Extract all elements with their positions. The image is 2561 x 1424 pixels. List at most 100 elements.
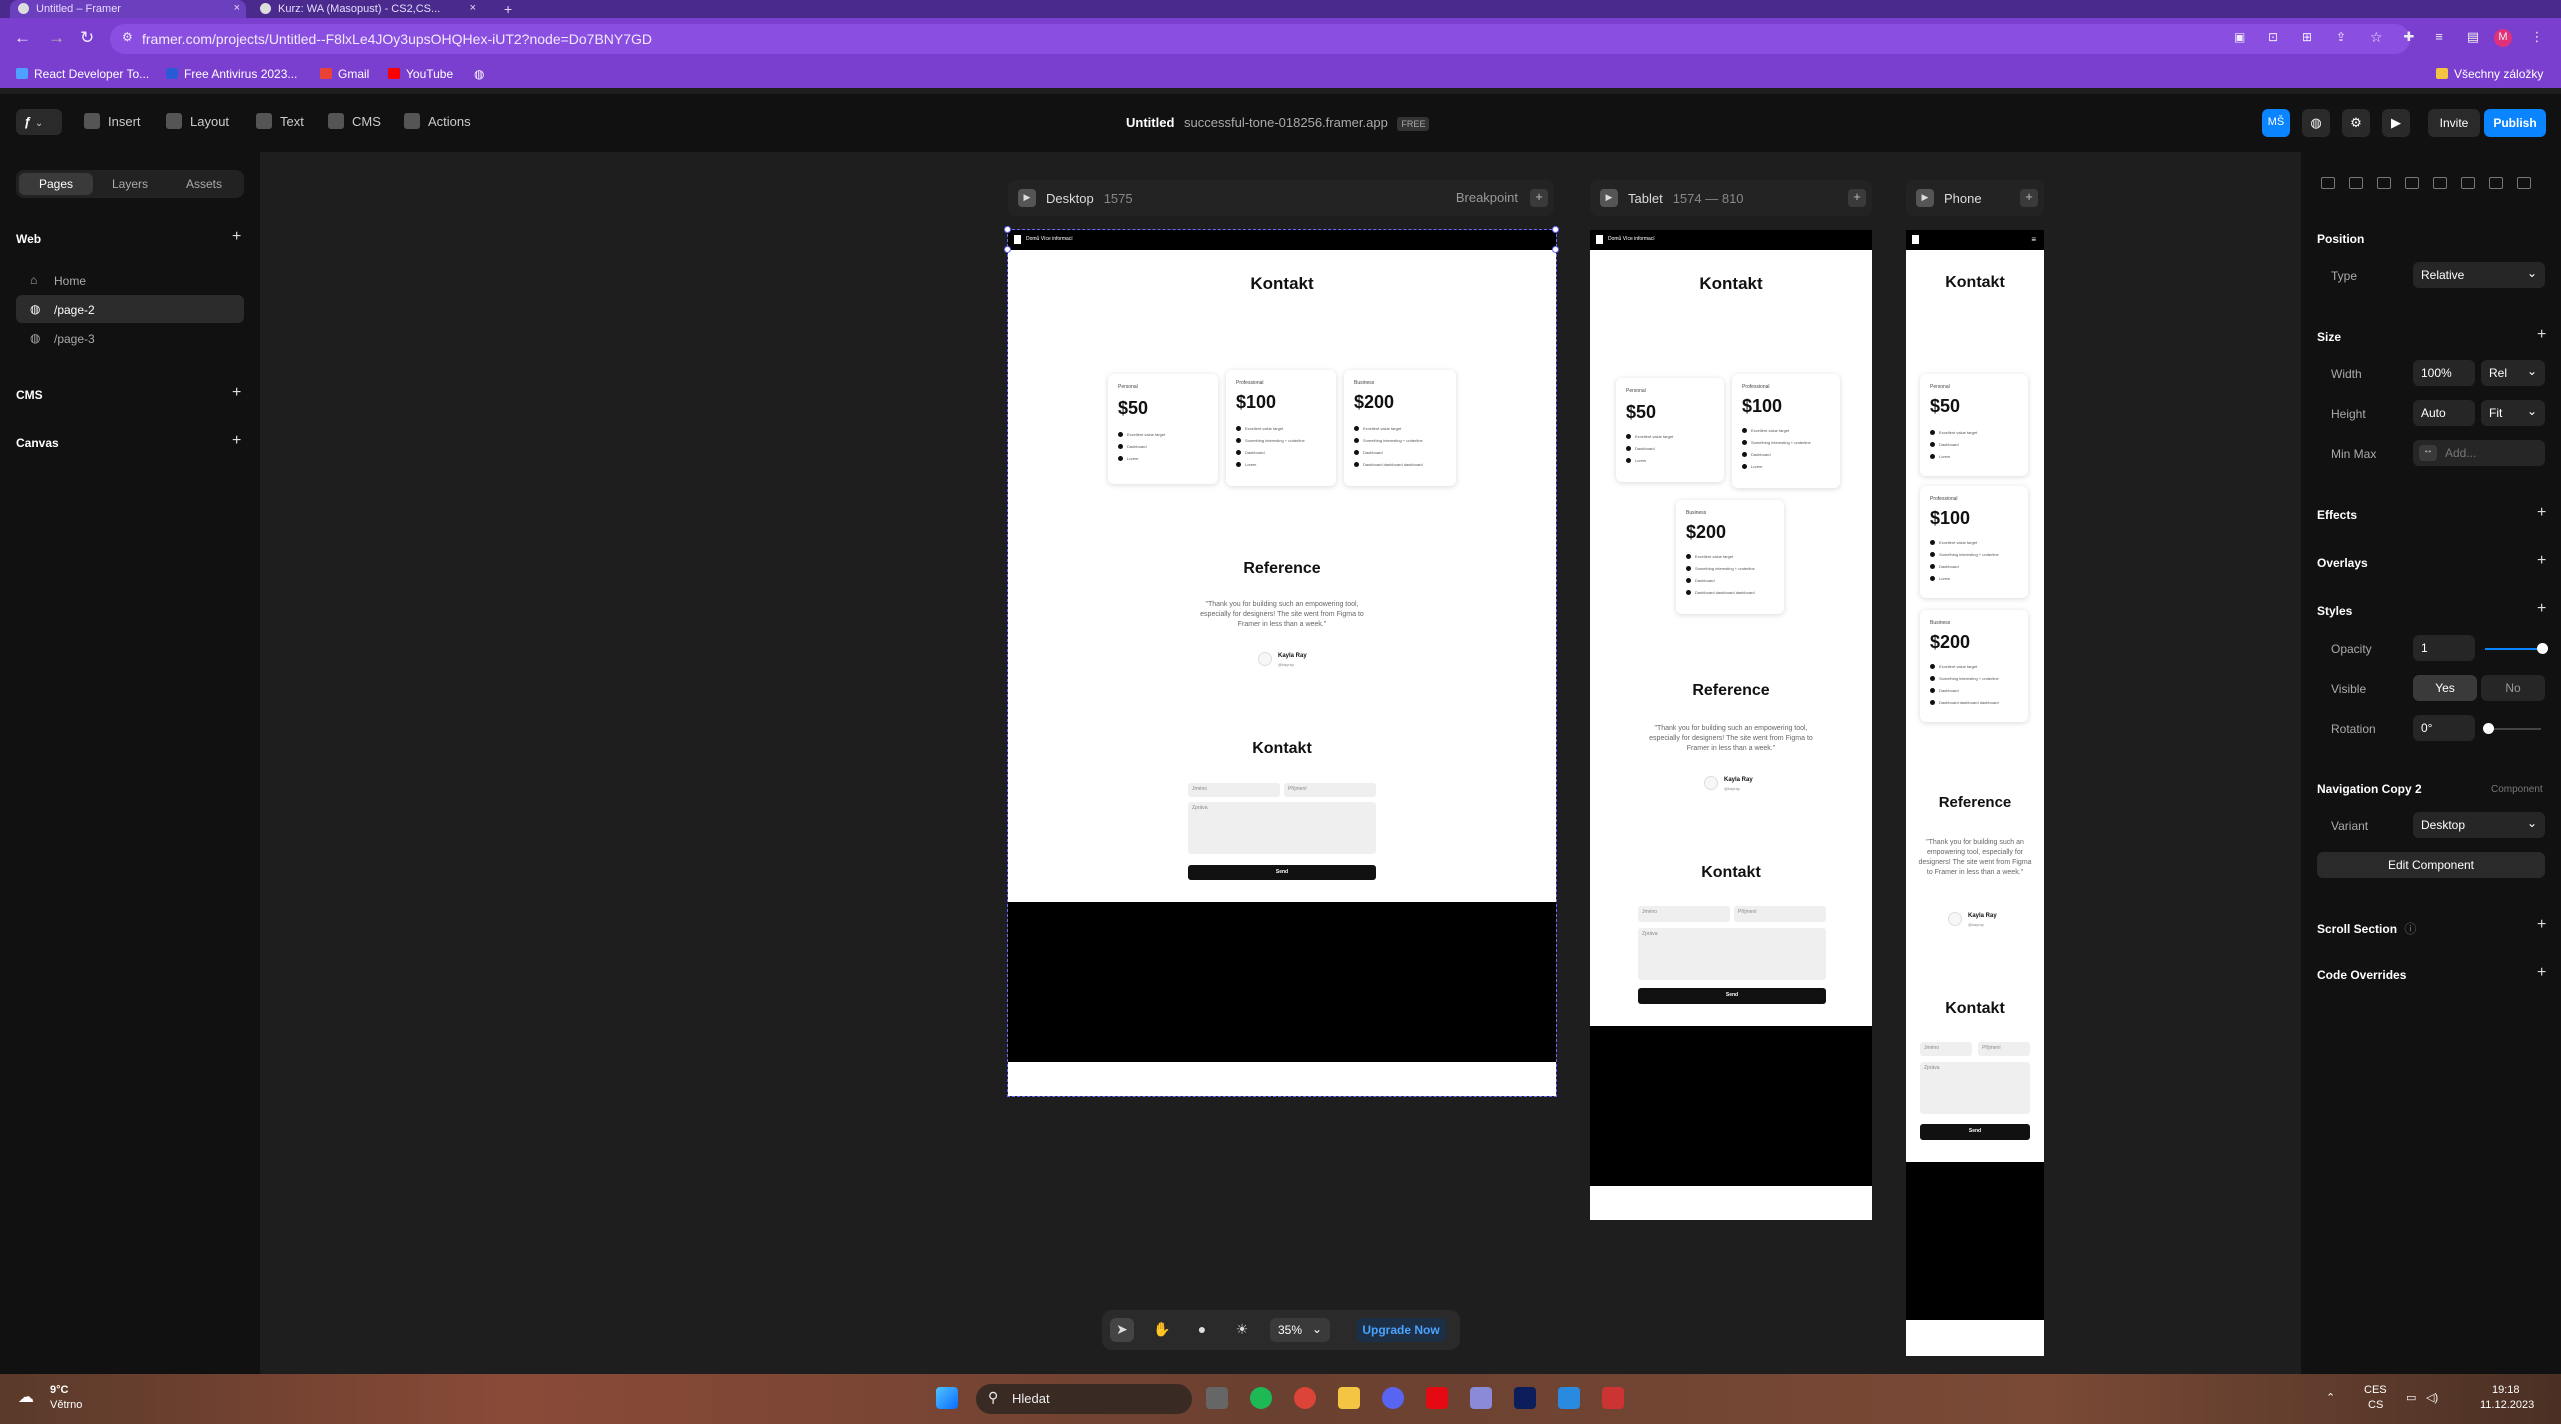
desktop-frame[interactable]: Domů Více informací Kontakt Personal $50… [1007,229,1557,1097]
bookmark-react-dev-tools[interactable]: React Developer To... [16,67,149,81]
volume-icon[interactable]: ◁) [2426,1391,2438,1404]
insert-button[interactable]: Insert [84,113,141,129]
rotation-input[interactable]: 0° [2413,715,2475,741]
app-icon[interactable] [1602,1387,1624,1409]
weather-icon[interactable]: ☁ [18,1387,34,1407]
align-left-icon[interactable] [2321,177,2335,189]
tablet-frame[interactable]: Domů Více informací Kontakt Personal $50… [1590,230,1872,1220]
align-top-icon[interactable] [2405,177,2419,189]
message-textarea[interactable]: Zpráva [1188,802,1376,854]
close-tab-icon[interactable]: × [470,2,476,14]
zoom-select[interactable]: 35% ⌄ [1270,1318,1330,1342]
width-input[interactable]: 100% [2413,360,2475,386]
file-explorer-icon[interactable] [1338,1387,1360,1409]
styles-plus-icon[interactable]: + [2537,600,2546,618]
network-icon[interactable]: ▭ [2406,1391,2416,1404]
play-icon[interactable]: ▶ [1018,189,1036,207]
minmax-add-input[interactable]: ↔ Add... [2413,440,2545,466]
weather-temp[interactable]: 9°C [50,1384,68,1396]
page-item-page-3[interactable]: ◍/page-3 [16,324,244,352]
align-center-h-icon[interactable] [2349,177,2363,189]
play-icon[interactable]: ▶ [1916,189,1934,207]
pricing-card-personal[interactable]: Personal $50 Excellent value target Dash… [1108,374,1218,484]
tray-chevron-up-icon[interactable]: ⌃ [2326,1391,2335,1404]
browser-menu-icon[interactable]: ⋮ [2528,29,2546,47]
message-textarea[interactable]: Zpráva [1920,1062,2030,1114]
align-bottom-icon[interactable] [2461,177,2475,189]
selection-handle[interactable] [1552,226,1559,233]
scroll-section[interactable]: Scroll Section ⓘ [2317,920,2416,937]
width-unit-select[interactable]: Rel ⌄ [2481,360,2545,386]
selection-handle[interactable] [1004,226,1011,233]
section-cms[interactable]: CMS [16,388,43,402]
site-navigation[interactable]: Domů Více informací [1008,230,1556,250]
page-item-page-2[interactable]: ◍/page-2 [16,295,244,323]
position-type-select[interactable]: Relative ⌄ [2413,262,2545,288]
selection-handle[interactable] [1004,246,1011,253]
bookmark-youtube[interactable]: YouTube [388,67,453,81]
site-navigation[interactable]: ≡ [1906,230,2044,250]
globe-icon[interactable]: ◍ [474,67,484,81]
netflix-icon[interactable] [1426,1387,1448,1409]
taskbar-search[interactable]: ⚲ Hledat [976,1384,1192,1414]
text-button[interactable]: Text [256,113,304,129]
task-view-icon[interactable] [1206,1387,1228,1409]
info-icon[interactable]: ⓘ [2404,922,2416,936]
close-tab-icon[interactable]: × [234,2,240,14]
bookmark-gmail[interactable]: Gmail [320,67,369,81]
pricing-card-personal[interactable]: Personal $50 Excellent value target Dash… [1920,374,2028,476]
overlays-plus-icon[interactable]: + [2537,552,2546,570]
last-name-input[interactable]: Příjmení [1284,783,1376,797]
scroll-section-plus-icon[interactable]: + [2537,916,2546,934]
add-canvas-plus-icon[interactable]: + [232,432,241,450]
actions-button[interactable]: Actions [404,113,471,129]
edit-component-button[interactable]: Edit Component [2317,852,2545,878]
disney-plus-icon[interactable] [1514,1387,1536,1409]
comment-tool-icon[interactable]: ● [1190,1318,1214,1342]
discord-icon[interactable] [1382,1387,1404,1409]
cms-button[interactable]: CMS [328,113,381,129]
height-input[interactable]: Auto [2413,400,2475,426]
visible-yes-toggle[interactable]: Yes [2413,675,2477,701]
message-textarea[interactable]: Zpráva [1638,928,1826,980]
pricing-card-business[interactable]: Business $200 Excellent value target Som… [1344,370,1456,486]
clock-date[interactable]: 11.12.2023 [2480,1399,2534,1411]
upgrade-now-button[interactable]: Upgrade Now [1356,1318,1446,1342]
browser-tab-framer[interactable]: Untitled – Framer × [10,0,246,18]
pricing-card-professional[interactable]: Professional $100 Excellent value target… [1226,370,1336,486]
new-tab-icon[interactable]: + [494,0,524,18]
invite-button[interactable]: Invite [2428,109,2480,137]
last-name-input[interactable]: Příjmení [1734,906,1826,922]
add-breakpoint-button[interactable]: Breakpoint [1456,190,1518,205]
url-field[interactable]: ⚙ framer.com/projects/Untitled--F8lxLe4J… [110,24,2410,54]
send-button[interactable]: Send [1188,865,1376,880]
page-item-home[interactable]: ⌂ Home [16,266,244,294]
media-icon[interactable]: ≡ [2430,29,2448,47]
publish-button[interactable]: Publish [2484,109,2546,137]
send-button[interactable]: Send [1638,988,1826,1004]
variant-select[interactable]: Desktop ⌄ [2413,812,2545,838]
layout-button[interactable]: Layout [166,113,229,129]
tab-pages[interactable]: Pages [19,173,93,195]
select-tool-icon[interactable]: ➤ [1110,1318,1134,1342]
profile-avatar[interactable]: M [2494,29,2512,47]
vscode-icon[interactable] [1558,1387,1580,1409]
tab-assets[interactable]: Assets [167,173,241,195]
align-center-v-icon[interactable] [2433,177,2447,189]
align-right-icon[interactable] [2377,177,2391,189]
phone-frame[interactable]: ≡ Kontakt Personal $50 Excellent value t… [1906,230,2044,1356]
code-overrides-section[interactable]: Code Overrides [2317,968,2406,982]
height-unit-select[interactable]: Fit ⌄ [2481,400,2545,426]
tablet-breakpoint-header[interactable]: ▶ Tablet 1574 — 810 + [1590,180,1872,216]
pricing-card-professional[interactable]: Professional $100 Excellent value target… [1920,486,2028,598]
phone-breakpoint-header[interactable]: ▶ Phone + [1906,180,2044,216]
visible-no-toggle[interactable]: No [2481,675,2545,701]
weather-desc[interactable]: Větrno [50,1399,82,1411]
bookmark-star-icon[interactable]: ☆ [2370,29,2383,46]
forward-icon[interactable]: → [48,28,65,48]
site-navigation[interactable]: Domů Více informací [1590,230,1872,250]
overlays-section[interactable]: Overlays [2317,556,2368,570]
pricing-card-personal[interactable]: Personal $50 Excellent value target Dash… [1616,378,1724,482]
first-name-input[interactable]: Jméno [1920,1042,1972,1056]
first-name-input[interactable]: Jméno [1638,906,1730,922]
